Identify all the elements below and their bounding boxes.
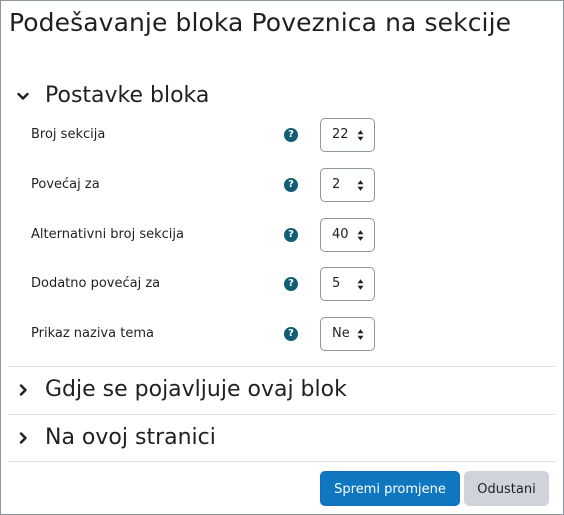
select-arrows-icon — [357, 180, 364, 191]
field-row-show-topic-names: Prikaz naziva tema ? Ne — [1, 316, 561, 352]
save-changes-button[interactable]: Spremi promjene — [320, 471, 460, 506]
chevron-down-icon — [13, 86, 33, 106]
section-header-where-block-appears[interactable]: Gdje se pojavljuje ovaj blok — [13, 372, 347, 408]
section-divider — [8, 414, 556, 415]
select-arrows-icon — [357, 230, 364, 241]
alternative-section-count-select[interactable]: 40 — [320, 218, 375, 252]
block-settings-dialog: Podešavanje bloka Poveznica na sekcije P… — [0, 0, 564, 515]
chevron-right-icon — [13, 428, 33, 448]
select-arrows-icon — [357, 130, 364, 141]
show-topic-names-select[interactable]: Ne — [320, 317, 375, 351]
page-title: Podešavanje bloka Poveznica na sekcije — [9, 8, 512, 37]
field-label: Dodatno povećaj za — [31, 276, 161, 291]
field-label: Alternativni broj sekcija — [31, 227, 184, 242]
section-title: Na ovoj stranici — [45, 425, 216, 450]
field-label: Broj sekcija — [31, 127, 106, 142]
help-icon[interactable]: ? — [284, 277, 298, 291]
field-row-section-count: Broj sekcija ? 22 — [1, 117, 561, 153]
field-label: Prikaz naziva tema — [31, 326, 154, 341]
field-row-alternative-section-count: Alternativni broj sekcija ? 40 — [1, 217, 561, 253]
select-value: 22 — [332, 127, 349, 142]
section-divider — [8, 461, 556, 462]
help-icon[interactable]: ? — [284, 178, 298, 192]
chevron-right-icon — [13, 380, 33, 400]
field-row-additional-increment: Dodatno povećaj za ? 5 — [1, 266, 561, 302]
increment-select[interactable]: 2 — [320, 168, 375, 202]
section-title: Gdje se pojavljuje ovaj blok — [45, 377, 347, 402]
section-divider — [8, 366, 556, 367]
section-header-block-settings[interactable]: Postavke bloka — [13, 78, 209, 114]
select-arrows-icon — [357, 329, 364, 340]
help-icon[interactable]: ? — [284, 327, 298, 341]
select-value: 2 — [332, 177, 341, 192]
section-title: Postavke bloka — [45, 83, 210, 108]
select-arrows-icon — [357, 279, 364, 290]
field-label: Povećaj za — [31, 177, 100, 192]
select-value: 40 — [332, 227, 349, 242]
select-value: 5 — [332, 276, 341, 291]
cancel-button[interactable]: Odustani — [464, 471, 549, 506]
help-icon[interactable]: ? — [284, 228, 298, 242]
additional-increment-select[interactable]: 5 — [320, 267, 375, 301]
field-row-increment: Povećaj za ? 2 — [1, 167, 561, 203]
section-header-on-this-page[interactable]: Na ovoj stranici — [13, 420, 216, 456]
select-value: Ne — [332, 326, 350, 341]
section-count-select[interactable]: 22 — [320, 118, 375, 152]
help-icon[interactable]: ? — [284, 128, 298, 142]
